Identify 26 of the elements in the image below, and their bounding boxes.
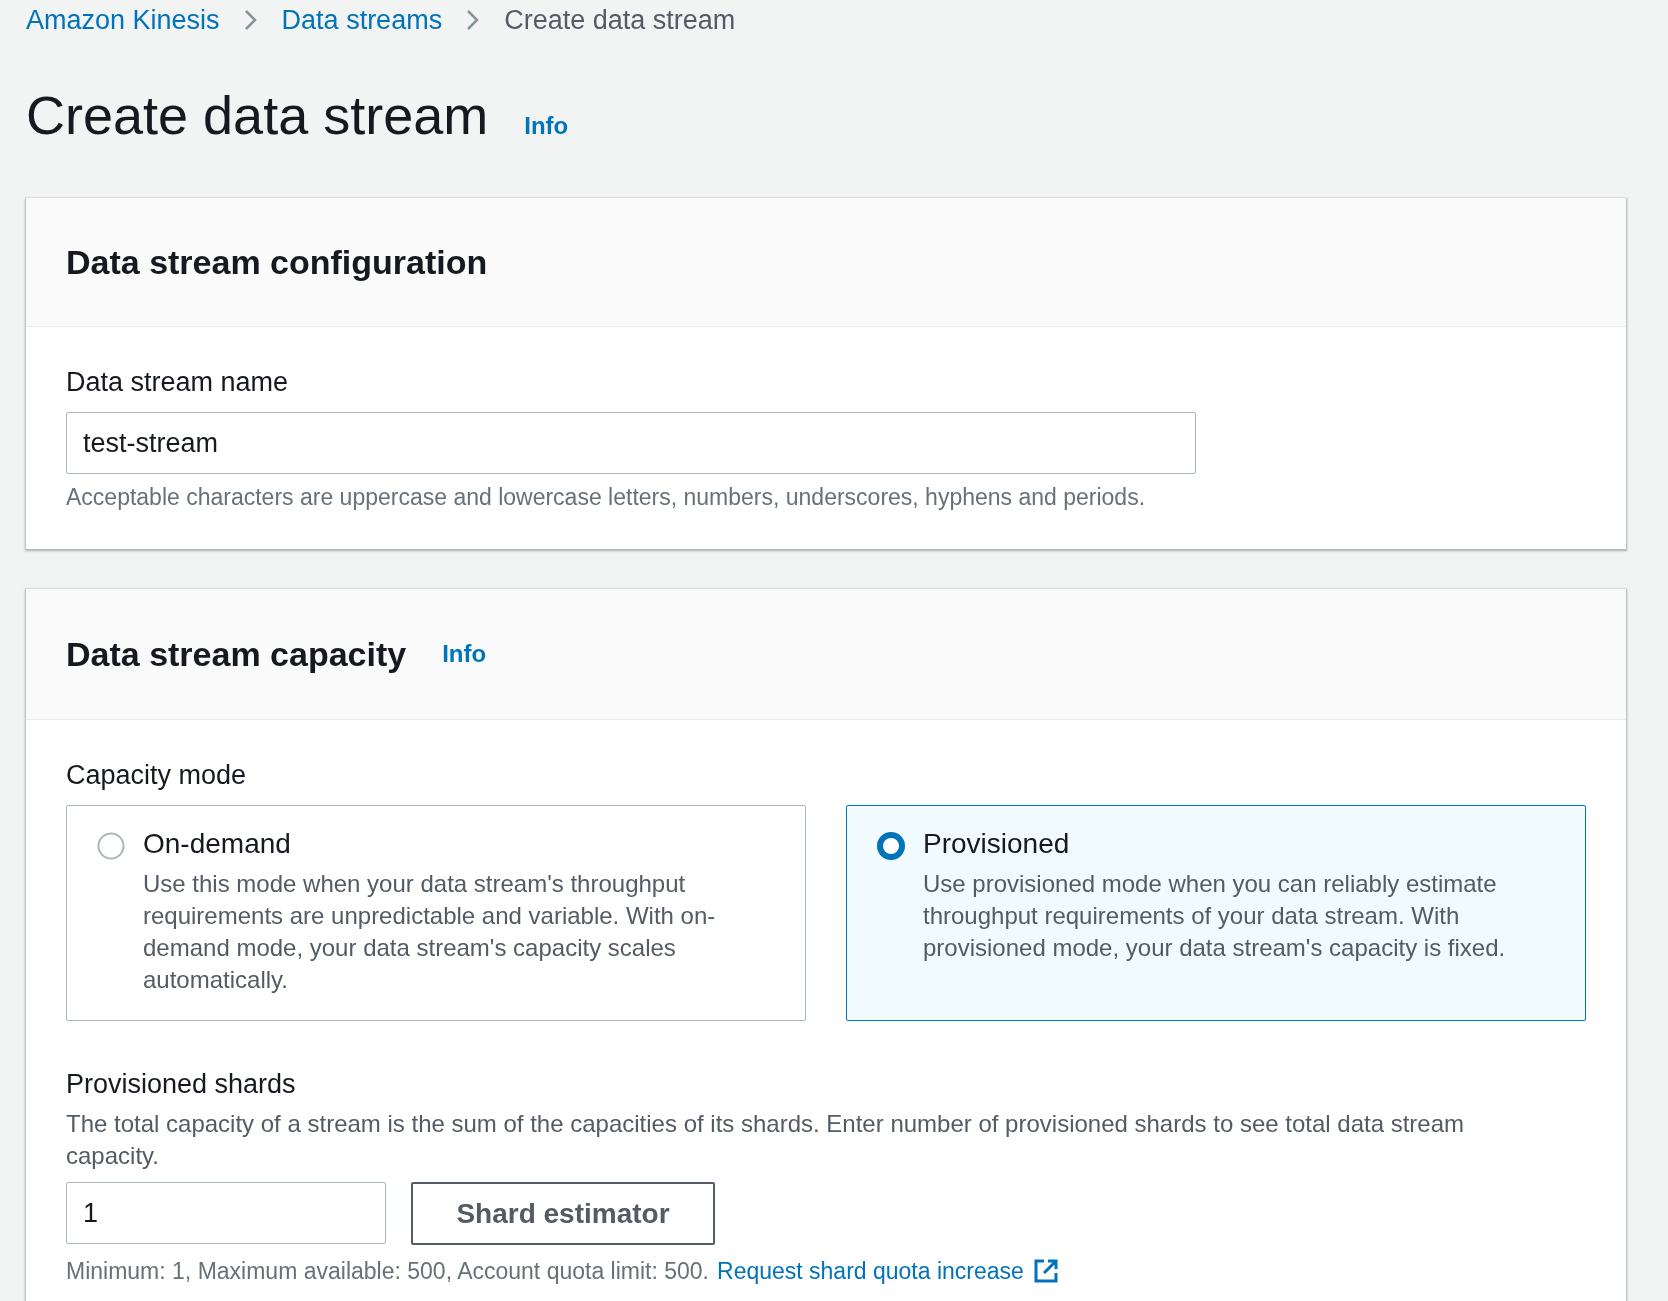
option-title: Provisioned bbox=[923, 828, 1071, 860]
stream-name-field[interactable]: test-stream bbox=[66, 412, 1196, 474]
radio-icon bbox=[97, 832, 125, 860]
field-label: Provisioned shards bbox=[66, 1069, 297, 1100]
breadcrumb-link[interactable]: Data streams bbox=[281, 4, 443, 36]
section-title: Data stream configuration bbox=[66, 242, 488, 282]
quota-link[interactable]: Request shard quota increase bbox=[717, 1257, 1024, 1285]
section-title: Data stream capacity bbox=[66, 634, 407, 674]
option-description: Use provisioned mode when you can reliably estimate throughput requirements of your data stream. With provisioned mode, your data stream's capacity is fixed. bbox=[923, 869, 1507, 963]
current-page-label: Create data stream bbox=[504, 4, 736, 36]
info-link[interactable]: Info bbox=[442, 640, 487, 668]
capacity-mode-option[interactable]: On-demand Use this mode when your data stream's throughput requirements are unpredictable and variable. With on-demand mode, your data stream's capacity scales automatically. bbox=[66, 805, 806, 1021]
field-label: Data stream name bbox=[66, 367, 290, 398]
field-label: Capacity mode bbox=[66, 760, 248, 791]
radio-icon bbox=[877, 832, 905, 860]
info-link[interactable]: Info bbox=[524, 112, 569, 140]
page-title: Create data stream bbox=[26, 84, 489, 146]
capacity-mode-option[interactable]: Provisioned Use provisioned mode when you can reliably estimate throughput requirements of your data stream. With provisioned mode, your data stream's capacity is fixed. bbox=[846, 805, 1586, 1021]
shard-estimator-button[interactable]: Shard estimator bbox=[411, 1182, 715, 1245]
option-title: On-demand bbox=[143, 828, 292, 860]
field-hint: Acceptable characters are uppercase and lowercase letters, numbers, underscores, hyphens and periods. bbox=[66, 484, 1147, 511]
breadcrumb-link[interactable]: Amazon Kinesis bbox=[26, 4, 220, 36]
option-description: Use this mode when your data stream's throughput requirements are unpredictable and variable. With on-demand mode, your data stream's capacity scales automatically. bbox=[143, 869, 717, 995]
field-description: The total capacity of a stream is the sum of the capacities of its shards. Enter number of provisioned shards to see total data stream capacity. bbox=[66, 1109, 1466, 1171]
shards-field[interactable]: 1 bbox=[66, 1182, 386, 1244]
limits-text: Minimum: 1, Maximum available: 500, Account quota limit: 500. bbox=[66, 1257, 709, 1285]
